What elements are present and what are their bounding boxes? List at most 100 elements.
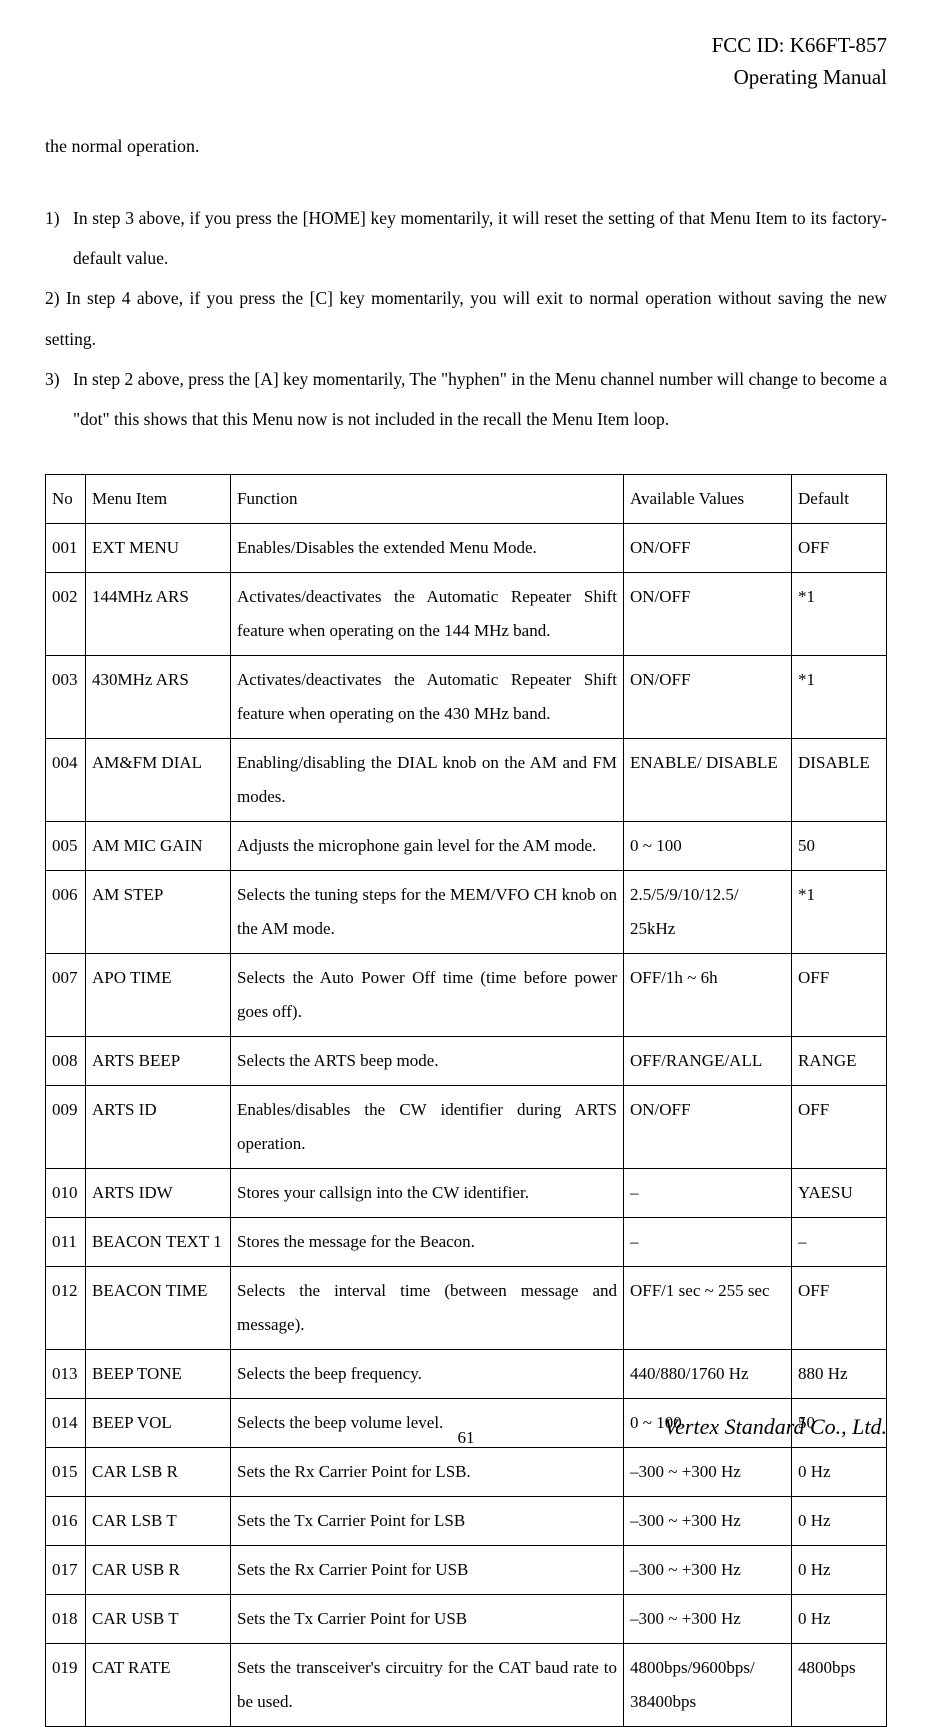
table-row: 001EXT MENUEnables/Disables the extended… [46, 524, 887, 573]
cell-default: 4800bps [792, 1644, 887, 1727]
cell-menu-item: 144MHz ARS [86, 573, 231, 656]
table-row: 017CAR USB RSets the Rx Carrier Point fo… [46, 1546, 887, 1595]
cell-function: Selects the ARTS beep mode. [231, 1037, 624, 1086]
cell-function: Sets the Rx Carrier Point for LSB. [231, 1448, 624, 1497]
cell-available-values: ON/OFF [624, 573, 792, 656]
cell-menu-item: EXT MENU [86, 524, 231, 573]
cell-no: 012 [46, 1267, 86, 1350]
cell-default: 0 Hz [792, 1497, 887, 1546]
cell-default: 0 Hz [792, 1595, 887, 1644]
cell-menu-item: CAR LSB T [86, 1497, 231, 1546]
cell-default: 0 Hz [792, 1546, 887, 1595]
cell-available-values: ENABLE/ DISABLE [624, 739, 792, 822]
cell-function: Stores your callsign into the CW identif… [231, 1169, 624, 1218]
table-row: 003430MHz ARSActivates/deactivates the A… [46, 656, 887, 739]
cell-default: DISABLE [792, 739, 887, 822]
cell-no: 015 [46, 1448, 86, 1497]
cell-default: OFF [792, 1267, 887, 1350]
cell-function: Sets the transceiver's circuitry for the… [231, 1644, 624, 1727]
table-row: 012BEACON TIMESelects the interval time … [46, 1267, 887, 1350]
table-row: 009ARTS IDEnables/disables the CW identi… [46, 1086, 887, 1169]
notes-list: 1) In step 3 above, if you press the [HO… [45, 198, 887, 440]
cell-function: Adjusts the microphone gain level for th… [231, 822, 624, 871]
note-body: In step 2 above, press the [A] key momen… [73, 359, 887, 440]
cell-function: Sets the Rx Carrier Point for USB [231, 1546, 624, 1595]
cell-available-values: –300 ~ +300 Hz [624, 1546, 792, 1595]
cell-no: 007 [46, 954, 86, 1037]
cell-menu-item: BEEP TONE [86, 1350, 231, 1399]
cell-menu-item: AM STEP [86, 871, 231, 954]
cell-default: *1 [792, 656, 887, 739]
cell-no: 017 [46, 1546, 86, 1595]
cell-menu-item: APO TIME [86, 954, 231, 1037]
cell-menu-item: BEACON TEXT 1 [86, 1218, 231, 1267]
cell-available-values: 440/880/1760 Hz [624, 1350, 792, 1399]
cell-menu-item: BEACON TIME [86, 1267, 231, 1350]
intro-text: the normal operation. [45, 128, 887, 166]
cell-menu-item: ARTS IDW [86, 1169, 231, 1218]
cell-no: 008 [46, 1037, 86, 1086]
cell-function: Stores the message for the Beacon. [231, 1218, 624, 1267]
cell-no: 001 [46, 524, 86, 573]
cell-function: Sets the Tx Carrier Point for LSB [231, 1497, 624, 1546]
cell-menu-item: CAT RATE [86, 1644, 231, 1727]
note-number: 3) [45, 359, 73, 440]
cell-function: Selects the Auto Power Off time (time be… [231, 954, 624, 1037]
cell-available-values: OFF/1h ~ 6h [624, 954, 792, 1037]
menu-table: No Menu Item Function Available Values D… [45, 474, 887, 1727]
col-header-default: Default [792, 475, 887, 524]
cell-menu-item: ARTS BEEP [86, 1037, 231, 1086]
table-row: 013BEEP TONESelects the beep frequency.4… [46, 1350, 887, 1399]
cell-function: Activates/deactivates the Automatic Repe… [231, 573, 624, 656]
cell-available-values: 4800bps/9600bps/ 38400bps [624, 1644, 792, 1727]
doc-subtitle: Operating Manual [45, 62, 887, 94]
cell-menu-item: CAR USB R [86, 1546, 231, 1595]
col-header-values: Available Values [624, 475, 792, 524]
cell-default: RANGE [792, 1037, 887, 1086]
cell-available-values: 2.5/5/9/10/12.5/ 25kHz [624, 871, 792, 954]
table-row: 016CAR LSB TSets the Tx Carrier Point fo… [46, 1497, 887, 1546]
cell-no: 005 [46, 822, 86, 871]
cell-menu-item: CAR USB T [86, 1595, 231, 1644]
note-item-1: 1) In step 3 above, if you press the [HO… [45, 198, 887, 279]
cell-function: Sets the Tx Carrier Point for USB [231, 1595, 624, 1644]
cell-available-values: 0 ~ 100 [624, 822, 792, 871]
cell-function: Enables/disables the CW identifier durin… [231, 1086, 624, 1169]
cell-default: – [792, 1218, 887, 1267]
cell-function: Selects the beep frequency. [231, 1350, 624, 1399]
col-header-menu: Menu Item [86, 475, 231, 524]
cell-menu-item: ARTS ID [86, 1086, 231, 1169]
cell-no: 011 [46, 1218, 86, 1267]
cell-default: 880 Hz [792, 1350, 887, 1399]
col-header-function: Function [231, 475, 624, 524]
cell-function: Selects the tuning steps for the MEM/VFO… [231, 871, 624, 954]
table-row: 010ARTS IDWStores your callsign into the… [46, 1169, 887, 1218]
note-number: 1) [45, 198, 73, 279]
table-row: 006AM STEPSelects the tuning steps for t… [46, 871, 887, 954]
cell-no: 016 [46, 1497, 86, 1546]
cell-default: YAESU [792, 1169, 887, 1218]
note-item-2: 2) In step 4 above, if you press the [C]… [45, 278, 887, 359]
page-number: 61 [0, 1428, 932, 1448]
note-body: In step 3 above, if you press the [HOME]… [73, 198, 887, 279]
cell-available-values: ON/OFF [624, 656, 792, 739]
cell-default: OFF [792, 954, 887, 1037]
table-row: 004AM&FM DIALEnabling/disabling the DIAL… [46, 739, 887, 822]
cell-available-values: ON/OFF [624, 1086, 792, 1169]
cell-menu-item: AM&FM DIAL [86, 739, 231, 822]
cell-available-values: OFF/1 sec ~ 255 sec [624, 1267, 792, 1350]
cell-available-values: – [624, 1218, 792, 1267]
cell-available-values: –300 ~ +300 Hz [624, 1497, 792, 1546]
cell-no: 006 [46, 871, 86, 954]
cell-available-values: OFF/RANGE/ALL [624, 1037, 792, 1086]
cell-no: 004 [46, 739, 86, 822]
cell-function: Enables/Disables the extended Menu Mode. [231, 524, 624, 573]
cell-no: 018 [46, 1595, 86, 1644]
col-header-no: No [46, 475, 86, 524]
cell-available-values: –300 ~ +300 Hz [624, 1448, 792, 1497]
cell-menu-item: CAR LSB R [86, 1448, 231, 1497]
cell-available-values: – [624, 1169, 792, 1218]
table-row: 002144MHz ARSActivates/deactivates the A… [46, 573, 887, 656]
cell-menu-item: AM MIC GAIN [86, 822, 231, 871]
table-row: 015CAR LSB RSets the Rx Carrier Point fo… [46, 1448, 887, 1497]
